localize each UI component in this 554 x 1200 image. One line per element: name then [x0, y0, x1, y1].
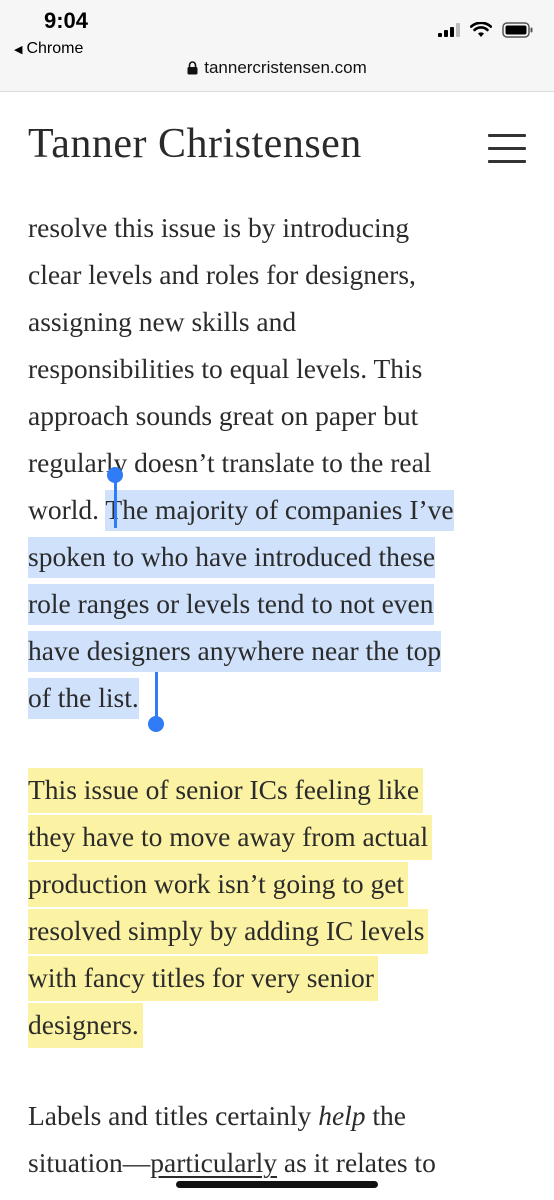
wifi-icon — [470, 22, 492, 37]
highlighted-text: This issue of senior ICs feeling like — [28, 768, 424, 813]
selected-text[interactable]: spoken to who have introduced these — [28, 537, 436, 578]
back-to-app-button[interactable]: ◀ Chrome — [14, 40, 83, 58]
status-time: 9:04 — [44, 8, 89, 33]
article-paragraph-3: Labels and titles certainly help the sit… — [28, 1092, 528, 1186]
text-line: resolve this issue is by introducing — [28, 212, 410, 243]
back-triangle-icon: ◀ — [14, 43, 23, 56]
text-segment: Labels and titles certainly — [28, 1100, 319, 1131]
text-line: production work isn’t going to get — [28, 860, 528, 907]
highlighted-text: production work isn’t going to get — [28, 862, 409, 907]
text-line: with fancy titles for very senior — [28, 954, 528, 1001]
text-segment: the — [365, 1100, 407, 1131]
article-paragraph-1: resolve this issue is by introducing cle… — [28, 204, 528, 721]
text-line: have designers anywhere near the top — [28, 627, 528, 674]
emphasized-text: help — [318, 1100, 366, 1131]
selected-text[interactable]: have designers anywhere near the top — [28, 631, 442, 672]
text-line: This issue of senior ICs feeling like — [28, 766, 528, 813]
selection-end-handle[interactable] — [148, 716, 164, 732]
article-paragraph-2: This issue of senior ICs feeling like th… — [28, 766, 528, 1048]
status-icons — [438, 22, 534, 38]
signal-icon — [438, 23, 460, 37]
text-line: responsibilities to equal levels. This — [28, 353, 423, 384]
back-app-label: Chrome — [26, 40, 84, 57]
hamburger-menu-icon[interactable] — [488, 134, 528, 164]
text-line: role ranges or levels tend to not even — [28, 580, 528, 627]
status-bar: 9:04 ◀ Chrome tannercristensen.com — [0, 0, 554, 92]
selected-text[interactable]: The majority of companies I’ve — [105, 490, 454, 531]
highlighted-text: they have to move away from actual — [28, 815, 433, 860]
text-line: clear levels and roles for designers, — [28, 259, 416, 290]
text-line: of the list. — [28, 674, 528, 721]
selected-text[interactable]: role ranges or levels tend to not even — [28, 584, 434, 625]
selected-text[interactable]: of the list. — [28, 678, 139, 719]
battery-icon — [502, 22, 533, 38]
highlighted-text: designers. — [28, 1003, 143, 1048]
lock-icon — [187, 61, 198, 75]
text-line: approach sounds great on paper but — [28, 400, 419, 431]
text-segment: world. — [28, 494, 106, 525]
home-indicator[interactable] — [176, 1181, 378, 1188]
url-text: tannercristensen.com — [204, 58, 367, 77]
text-line: they have to move away from actual — [28, 813, 528, 860]
highlighted-text: with fancy titles for very senior — [28, 956, 378, 1001]
text-line: world. The majority of companies I’ve — [28, 486, 528, 533]
text-line: situation—particularly as it relates to — [28, 1139, 528, 1186]
article-link[interactable]: particularly — [150, 1147, 277, 1178]
text-segment: situation— — [28, 1147, 151, 1178]
highlighted-text: resolved simply by adding IC levels — [28, 909, 429, 954]
selection-start-stem — [114, 478, 117, 528]
text-line: assigning new skills and — [28, 306, 297, 337]
url-bar[interactable]: tannercristensen.com — [0, 58, 554, 78]
text-segment: as it relates to — [276, 1147, 436, 1178]
selection-end-stem — [155, 672, 158, 720]
text-line: regularly doesn’t translate to the real — [28, 447, 432, 478]
text-line: designers. — [28, 1001, 528, 1048]
text-line: Labels and titles certainly help the — [28, 1092, 528, 1139]
text-line: spoken to who have introduced these — [28, 533, 528, 580]
site-title[interactable]: Tanner Christensen — [28, 120, 362, 168]
text-line: resolved simply by adding IC levels — [28, 907, 528, 954]
